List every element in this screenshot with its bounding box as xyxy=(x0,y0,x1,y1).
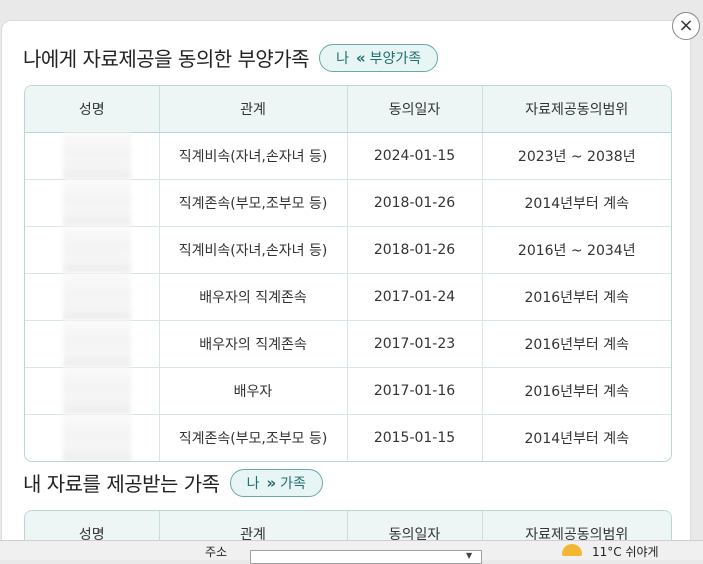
date-cell: 2015-01-15 xyxy=(347,414,483,461)
name-cell-blurred xyxy=(25,320,160,368)
table-row: 직계비속(자녀,손자녀 등) 2018-01-26 2016년 ~ 2034년 xyxy=(25,226,671,274)
relation-cell: 배우자의 직계존속 xyxy=(159,320,348,368)
scope-cell: 2016년 ~ 2034년 xyxy=(482,226,671,274)
relation-cell: 배우자의 직계존속 xyxy=(159,273,348,321)
scope-cell: 2014년부터 계속 xyxy=(482,179,671,227)
section1-direction-badge: 나 « 부양가족 xyxy=(319,43,439,72)
scope-cell: 2016년부터 계속 xyxy=(482,273,671,321)
table-row: 배우자의 직계존속 2017-01-24 2016년부터 계속 xyxy=(25,273,671,321)
date-cell: 2024-01-15 xyxy=(347,132,483,180)
section2-title: 내 자료를 제공받는 가족 xyxy=(23,472,220,496)
date-cell: 2017-01-16 xyxy=(347,367,483,415)
relation-cell: 배우자 xyxy=(159,367,348,415)
name-cell-blurred xyxy=(25,179,160,227)
name-cell-blurred xyxy=(25,226,160,274)
relation-cell: 직계비속(자녀,손자녀 등) xyxy=(159,132,348,180)
weather-icon[interactable] xyxy=(562,544,582,556)
windows-taskbar: 주소 ▼ 11°C 쉬야게 xyxy=(0,540,703,564)
name-cell-blurred xyxy=(25,414,160,461)
badge-me-label: 나 xyxy=(246,475,260,492)
close-icon: × xyxy=(678,15,694,36)
double-chevron-left-icon: « xyxy=(355,48,366,67)
date-cell: 2017-01-24 xyxy=(347,273,483,321)
scope-cell: 2023년 ~ 2038년 xyxy=(482,132,671,180)
date-cell: 2017-01-23 xyxy=(347,320,483,368)
address-toolbar-label: 주소 xyxy=(205,545,228,559)
badge-target-label: 부양가족 xyxy=(369,50,422,67)
weather-text[interactable]: 11°C 쉬야게 xyxy=(592,543,659,560)
table-row: 직계비속(자녀,손자녀 등) 2024-01-15 2023년 ~ 2038년 xyxy=(25,132,671,180)
consent-modal: 나에게 자료제공을 동의한 부양가족 나 « 부양가족 성명 관계 동의일자 자… xyxy=(1,20,691,552)
section1-header: 나에게 자료제공을 동의한 부양가족 나 « 부양가족 xyxy=(23,43,439,72)
relation-cell: 직계존속(부모,조부모 등) xyxy=(159,414,348,461)
col-header-name: 성명 xyxy=(25,86,160,133)
section1-title: 나에게 자료제공을 동의한 부양가족 xyxy=(23,47,310,71)
section2-header: 내 자료를 제공받는 가족 나 » 가족 xyxy=(23,468,323,497)
scope-cell: 2014년부터 계속 xyxy=(524,431,629,447)
scope-cell: 2016년부터 계속 xyxy=(482,367,671,415)
col-header-scope: 자료제공동의범위 xyxy=(482,86,671,133)
section2-direction-badge: 나 » 가족 xyxy=(229,468,323,497)
date-cell: 2018-01-26 xyxy=(347,226,483,274)
name-cell-blurred xyxy=(25,132,160,180)
table-row: 배우자 2017-01-16 2016년부터 계속 xyxy=(25,367,671,415)
badge-target-label: 가족 xyxy=(280,475,306,492)
name-cell-blurred xyxy=(25,367,160,415)
consenting-dependents-table: 성명 관계 동의일자 자료제공동의범위 직계비속(자녀,손자녀 등) 2024-… xyxy=(24,85,672,462)
badge-me-label: 나 xyxy=(336,50,349,67)
table-row: 배우자의 직계존속 2017-01-23 2016년부터 계속 xyxy=(25,320,671,368)
close-button[interactable]: × xyxy=(672,12,700,40)
double-chevron-right-icon: » xyxy=(266,473,277,492)
table-row: 직계존속(부모,조부모 등) 2015-01-15 2014년부터 계속 xyxy=(25,414,671,461)
col-header-date: 동의일자 xyxy=(347,86,483,133)
col-header-relation: 관계 xyxy=(159,86,348,133)
relation-cell: 직계비속(자녀,손자녀 등) xyxy=(159,226,348,274)
table-header-row: 성명 관계 동의일자 자료제공동의범위 xyxy=(25,86,671,133)
relation-cell: 직계존속(부모,조부모 등) xyxy=(159,179,348,227)
scope-cell: 2016년부터 계속 xyxy=(482,320,671,368)
address-input[interactable] xyxy=(250,550,482,564)
name-cell-blurred xyxy=(25,273,160,321)
date-cell: 2018-01-26 xyxy=(347,179,483,227)
table-row: 직계존속(부모,조부모 등) 2018-01-26 2014년부터 계속 xyxy=(25,179,671,227)
